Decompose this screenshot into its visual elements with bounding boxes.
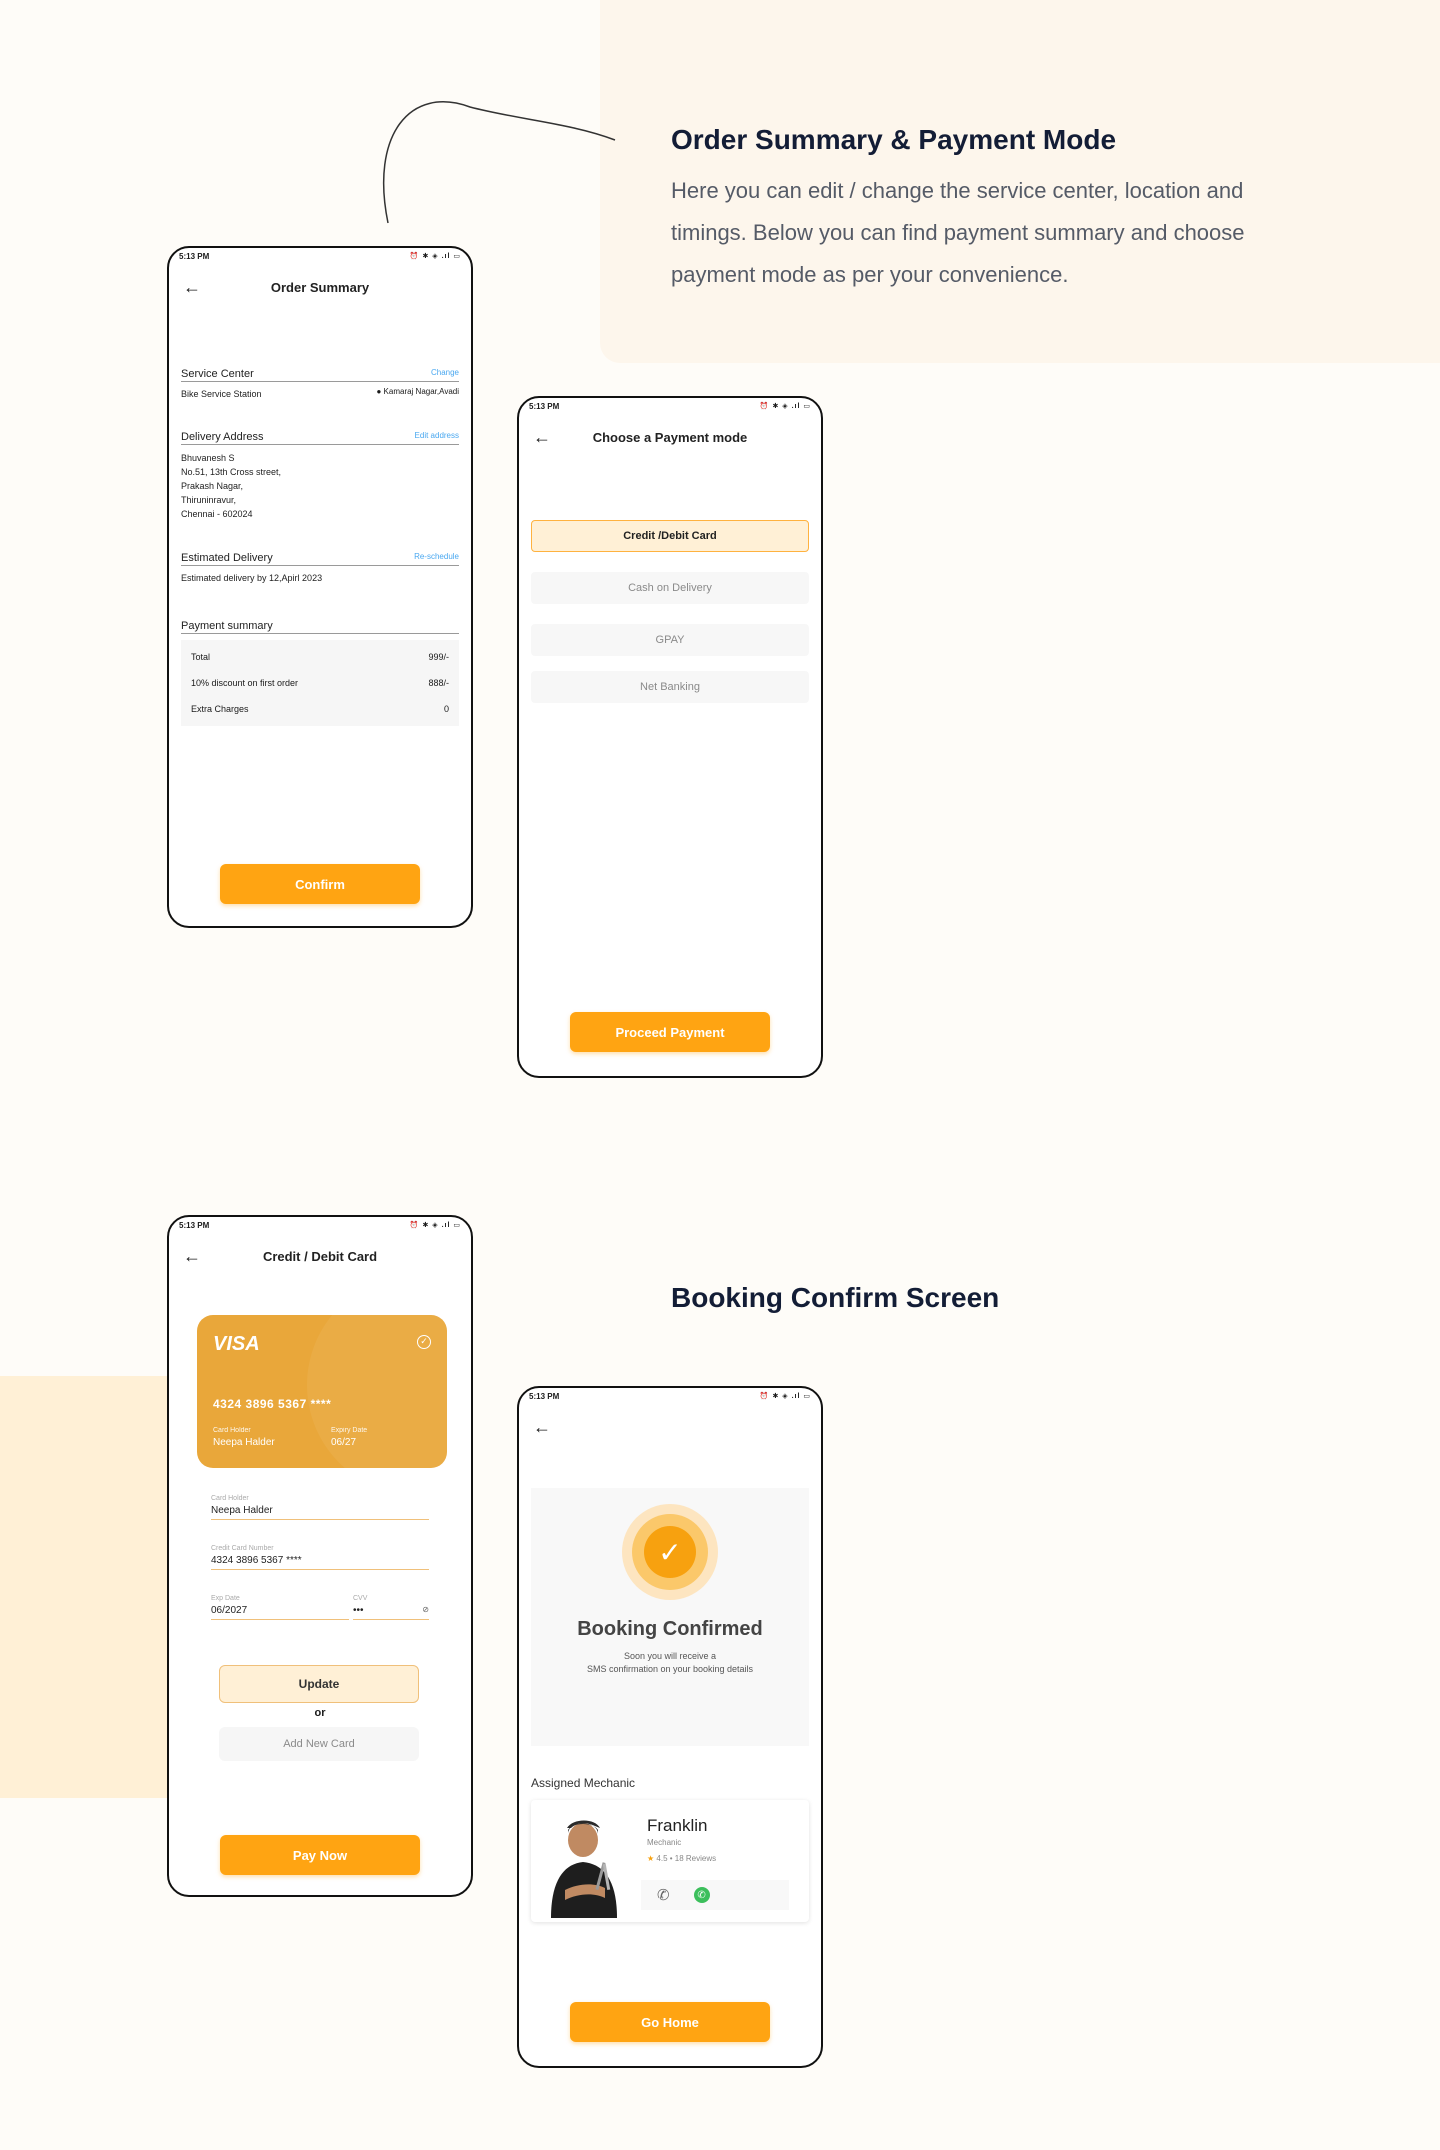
card-holder-field[interactable]: Card Holder Neepa Halder bbox=[211, 1495, 429, 1520]
status-icons: ⏰ ✱ ◈ .ıl ▭ bbox=[759, 1393, 811, 1400]
mechanic-avatar bbox=[551, 1820, 617, 1918]
confirmation-box: ✓ Booking Confirmed Soon you will receiv… bbox=[531, 1488, 809, 1746]
screen-title: Credit / Debit Card bbox=[262, 1248, 378, 1264]
connector-curve bbox=[383, 101, 616, 224]
status-time: 5:13 PM bbox=[179, 1220, 210, 1230]
address-line: Thiruninravur, bbox=[181, 495, 237, 505]
address-block: Bhuvanesh S No.51, 13th Cross street, Pr… bbox=[181, 451, 459, 521]
expiry-value: 06/27 bbox=[331, 1437, 357, 1448]
edit-address-link[interactable]: Edit address bbox=[415, 431, 459, 443]
card-number-field[interactable]: Credit Card Number 4324 3896 5367 **** bbox=[211, 1545, 429, 1570]
confirm-button[interactable]: Confirm bbox=[220, 864, 420, 904]
back-arrow-icon[interactable]: ← bbox=[533, 1418, 551, 1436]
service-center-name: Bike Service Station bbox=[181, 389, 262, 399]
payment-option-gpay[interactable]: GPAY bbox=[531, 624, 809, 656]
payment-row: Extra Charges 0 bbox=[191, 704, 449, 714]
go-home-button[interactable]: Go Home bbox=[570, 2002, 770, 2042]
payment-option-cod[interactable]: Cash on Delivery bbox=[531, 572, 809, 604]
screen-title: Choose a Payment mode bbox=[592, 429, 748, 445]
mechanic-rating: ★ 4.5 • 18 Reviews bbox=[647, 1854, 717, 1863]
whatsapp-icon[interactable]: ✆ bbox=[693, 1887, 710, 1903]
back-arrow-icon[interactable]: ← bbox=[533, 428, 551, 446]
decorative-panel-bg bbox=[0, 1376, 168, 1798]
eye-off-icon[interactable]: ⊘ bbox=[422, 1605, 429, 1616]
payment-summary-heading: Payment summary bbox=[181, 620, 273, 632]
service-center-location: Kamaraj Nagar,Avadi bbox=[383, 387, 459, 396]
status-icons: ⏰ ✱ ◈ .ıl ▭ bbox=[759, 403, 811, 410]
status-bar: 5:13 PM ⏰ ✱ ◈ .ıl ▭ bbox=[519, 398, 821, 414]
mechanic-card[interactable]: Franklin Mechanic ★ 4.5 • 18 Reviews ✆ ✆ bbox=[531, 1800, 809, 1922]
estimated-delivery-text: Estimated delivery by 12,Apirl 2023 bbox=[181, 573, 323, 583]
booking-section-title: Booking Confirm Screen bbox=[671, 1282, 1000, 1313]
add-new-card-button[interactable]: Add New Card bbox=[219, 1727, 419, 1761]
star-icon: ★ bbox=[647, 1854, 655, 1863]
update-button[interactable]: Update bbox=[219, 1665, 419, 1703]
app-bar: ← Order Summary bbox=[169, 264, 471, 310]
payment-mode-phone: 5:13 PM ⏰ ✱ ◈ .ıl ▭ ← Choose a Payment m… bbox=[517, 396, 823, 1078]
delivery-address-section: Delivery Address Edit address Bhuvanesh … bbox=[181, 431, 459, 521]
expiry-label: Expiry Date bbox=[331, 1427, 368, 1434]
status-icons: ⏰ ✱ ◈ .ıl ▭ bbox=[409, 1222, 461, 1229]
section-info: Order Summary & Payment Mode Here you ca… bbox=[671, 124, 1311, 296]
mechanic-name: Franklin bbox=[647, 1816, 708, 1835]
check-circle-icon: ✓ bbox=[417, 1335, 431, 1349]
service-center-heading: Service Center bbox=[181, 368, 254, 380]
screen-title: Order Summary bbox=[270, 279, 370, 295]
estimated-delivery-heading: Estimated Delivery bbox=[181, 552, 273, 564]
status-bar: 5:13 PM ⏰ ✱ ◈ .ıl ▭ bbox=[169, 1217, 471, 1233]
address-line: Bhuvanesh S bbox=[181, 453, 235, 463]
booking-confirmed-subtitle: Soon you will receive a SMS confirmation… bbox=[586, 1651, 754, 1674]
card-payment-phone: 5:13 PM ⏰ ✱ ◈ .ıl ▭ ← Credit / Debit Car… bbox=[167, 1215, 473, 1897]
order-summary-phone: 5:13 PM ⏰ ✱ ◈ .ıl ▭ ← Order Summary Serv… bbox=[167, 246, 473, 928]
location-pin-icon: ● bbox=[376, 387, 382, 396]
address-line: Prakash Nagar, bbox=[181, 481, 244, 491]
section-title: Order Summary & Payment Mode bbox=[671, 124, 1117, 155]
status-bar: 5:13 PM ⏰ ✱ ◈ .ıl ▭ bbox=[169, 248, 471, 264]
pay-now-button[interactable]: Pay Now bbox=[220, 1835, 420, 1875]
payment-summary-section: Payment summary Total 999/- 10% discount … bbox=[181, 620, 459, 726]
payment-row: Total 999/- bbox=[191, 652, 449, 662]
reschedule-link[interactable]: Re-schedule bbox=[414, 552, 459, 564]
payment-row: 10% discount on first order 888/- bbox=[191, 678, 449, 688]
assigned-mechanic-label: Assigned Mechanic bbox=[531, 1776, 636, 1790]
status-time: 5:13 PM bbox=[179, 251, 210, 261]
booking-confirmed-title: Booking Confirmed bbox=[577, 1618, 763, 1640]
payment-option-netbanking[interactable]: Net Banking bbox=[531, 671, 809, 703]
status-time: 5:13 PM bbox=[529, 1391, 560, 1401]
status-bar: 5:13 PM ⏰ ✱ ◈ .ıl ▭ bbox=[519, 1388, 821, 1404]
delivery-address-heading: Delivery Address bbox=[181, 431, 264, 443]
payment-option-card[interactable]: Credit /Debit Card bbox=[531, 520, 809, 552]
success-check-icon: ✓ bbox=[622, 1504, 718, 1600]
address-line: No.51, 13th Cross street, bbox=[181, 467, 282, 477]
estimated-delivery-section: Estimated Delivery Re-schedule Estimated… bbox=[181, 552, 459, 585]
phone-call-icon[interactable]: ✆ bbox=[657, 1886, 670, 1904]
section-description: Here you can edit / change the service c… bbox=[671, 178, 1245, 287]
proceed-payment-button[interactable]: Proceed Payment bbox=[570, 1012, 770, 1052]
app-bar: ← Choose a Payment mode bbox=[519, 414, 821, 460]
card-number: 4324 3896 5367 **** bbox=[213, 1397, 332, 1411]
status-time: 5:13 PM bbox=[529, 401, 560, 411]
status-icons: ⏰ ✱ ◈ .ıl ▭ bbox=[409, 253, 461, 260]
cvv-field[interactable]: CVV ••• ⊘ bbox=[353, 1595, 429, 1620]
mechanic-actions: ✆ ✆ bbox=[641, 1880, 789, 1910]
service-center-section: Service Center Change Bike Service Stati… bbox=[181, 368, 459, 401]
card-holder-label: Card Holder bbox=[213, 1427, 251, 1434]
app-bar: ← Credit / Debit Card bbox=[169, 1233, 471, 1279]
visa-logo: VISA bbox=[213, 1333, 260, 1355]
change-link[interactable]: Change bbox=[431, 368, 459, 380]
exp-date-field[interactable]: Exp Date 06/2027 bbox=[211, 1595, 349, 1620]
payment-summary-box: Total 999/- 10% discount on first order 88… bbox=[181, 640, 459, 726]
booking-confirmed-phone: 5:13 PM ⏰ ✱ ◈ .ıl ▭ ← ✓ Booking Confirme… bbox=[517, 1386, 823, 2068]
visa-card[interactable]: VISA ✓ 4324 3896 5367 **** Card Holder N… bbox=[197, 1315, 447, 1468]
card-holder-name: Neepa Halder bbox=[213, 1437, 275, 1448]
mechanic-role: Mechanic bbox=[647, 1838, 682, 1847]
app-bar: ← bbox=[519, 1404, 821, 1450]
address-line: Chennai - 602024 bbox=[181, 509, 253, 519]
or-divider: or bbox=[314, 1707, 326, 1719]
back-arrow-icon[interactable]: ← bbox=[183, 1247, 201, 1265]
back-arrow-icon[interactable]: ← bbox=[183, 278, 201, 296]
